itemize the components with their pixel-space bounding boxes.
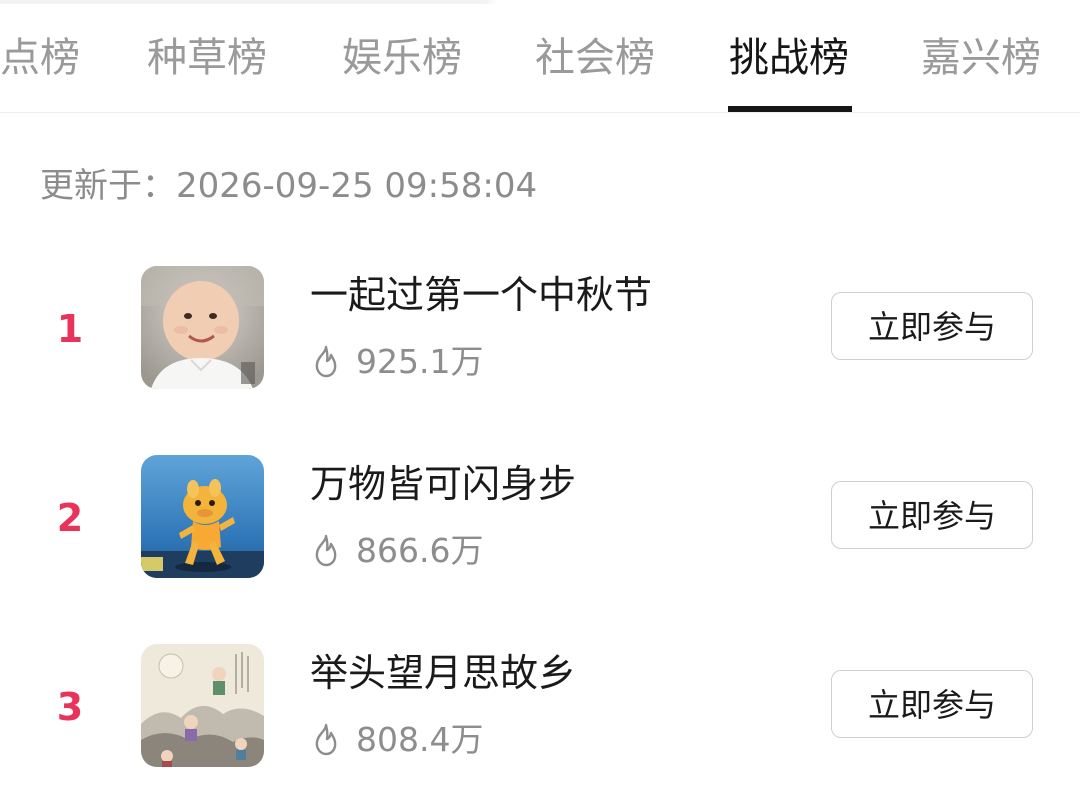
update-timestamp: 更新于：2026-09-25 09:58:04 xyxy=(40,166,538,206)
dancing-cartoon-image xyxy=(141,455,264,578)
flame-icon xyxy=(315,345,337,377)
tab-society[interactable]: 社会榜 xyxy=(535,32,655,84)
tab-zhongcao[interactable]: 种草榜 xyxy=(147,32,267,84)
join-challenge-button[interactable]: 立即参与 xyxy=(831,292,1033,360)
flame-icon xyxy=(315,534,337,566)
challenge-title[interactable]: 举头望月思故乡 xyxy=(310,648,576,698)
active-tab-indicator xyxy=(728,106,852,112)
challenge-thumbnail[interactable] xyxy=(141,455,264,578)
challenge-title[interactable]: 一起过第一个中秋节 xyxy=(310,270,652,320)
challenge-title[interactable]: 万物皆可闪身步 xyxy=(310,459,576,509)
flame-icon xyxy=(315,723,337,755)
list-item[interactable]: 1 一起过第一个中秋节 925.1万 立即参与 xyxy=(0,266,1080,406)
heat-value: 808.4万 xyxy=(356,720,484,759)
heat-value: 866.6万 xyxy=(356,531,484,570)
list-item[interactable]: 2 万物皆可闪身步 866.6万 立即参与 xyxy=(0,455,1080,595)
join-challenge-button[interactable]: 立即参与 xyxy=(831,670,1033,738)
rank-number: 2 xyxy=(56,496,84,540)
rank-number: 3 xyxy=(56,685,84,729)
ink-painting-image xyxy=(141,644,264,767)
list-item[interactable]: 3 举头望月思故乡 808.4万 立即参与 xyxy=(0,644,1080,784)
tab-challenge[interactable]: 挑战榜 xyxy=(729,32,849,84)
tab-bar: 点榜 种草榜 娱乐榜 社会榜 挑战榜 嘉兴榜 xyxy=(0,0,1080,113)
baby-photo-image xyxy=(141,266,264,389)
tab-entertainment[interactable]: 娱乐榜 xyxy=(342,32,462,84)
tab-hotspot[interactable]: 点榜 xyxy=(0,32,80,84)
heat-count: 808.4万 xyxy=(310,718,483,762)
heat-value: 925.1万 xyxy=(356,342,484,381)
challenge-thumbnail[interactable] xyxy=(141,266,264,389)
heat-count: 866.6万 xyxy=(310,529,483,573)
rank-number: 1 xyxy=(56,307,84,351)
join-challenge-button[interactable]: 立即参与 xyxy=(831,481,1033,549)
challenge-thumbnail[interactable] xyxy=(141,644,264,767)
heat-count: 925.1万 xyxy=(310,340,483,384)
tab-jiaxing[interactable]: 嘉兴榜 xyxy=(921,32,1041,84)
